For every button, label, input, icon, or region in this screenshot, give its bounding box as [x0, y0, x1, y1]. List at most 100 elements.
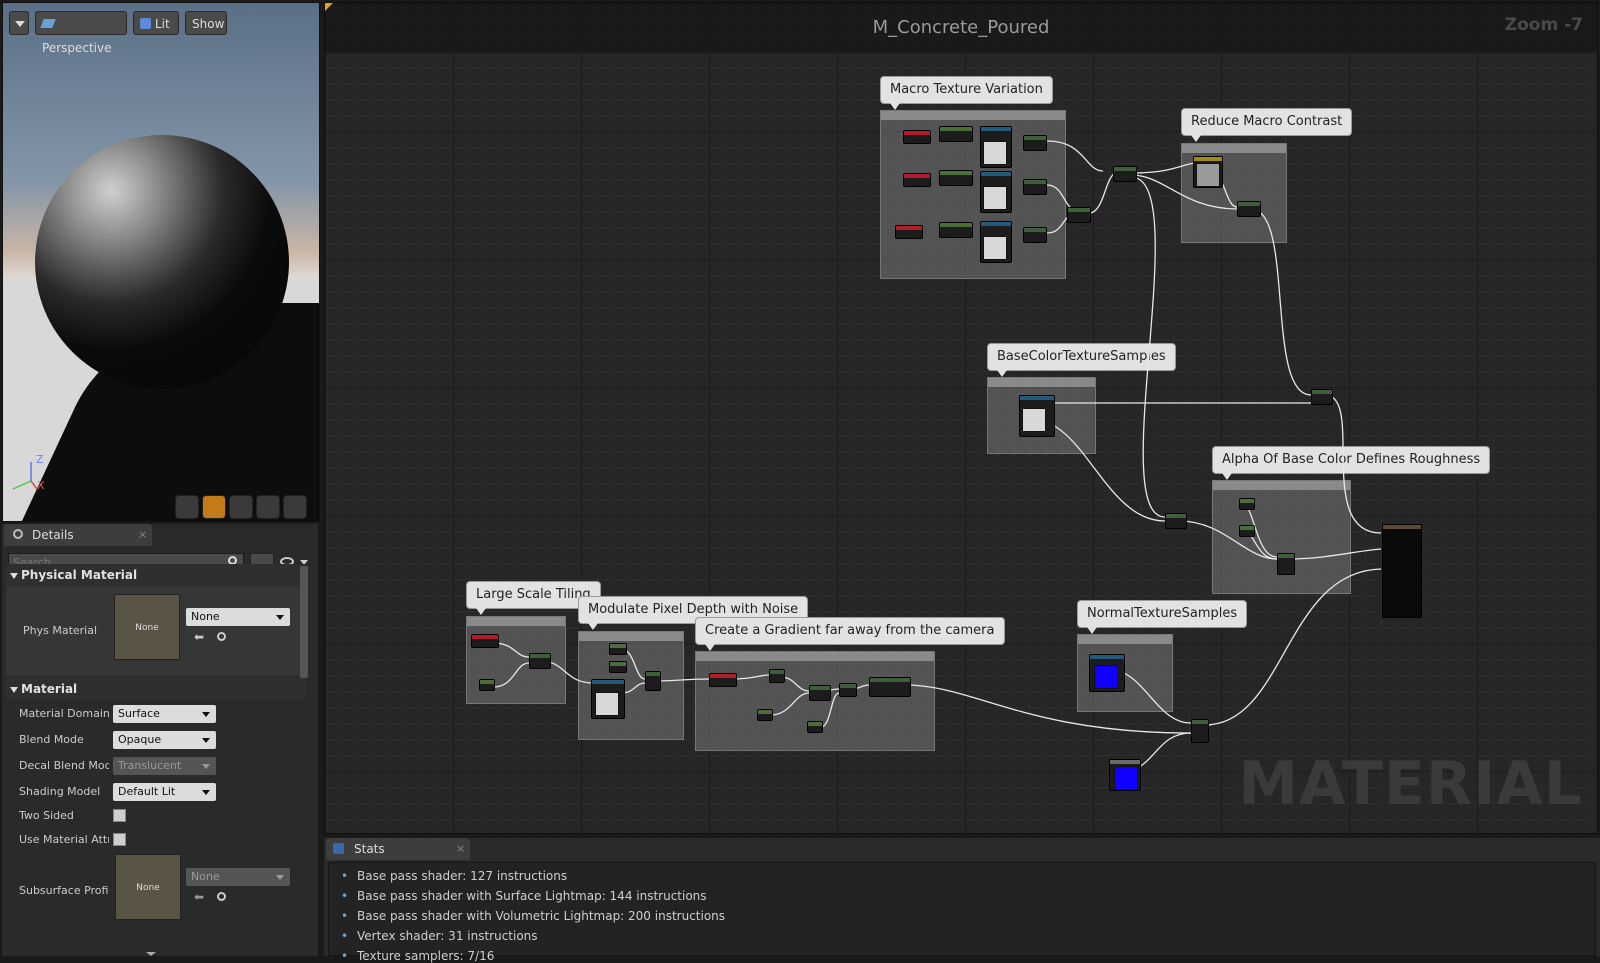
subsurface-profile-thumbnail[interactable]: None: [115, 854, 181, 920]
stats-icon: [333, 843, 344, 854]
graph-node[interactable]: [1023, 179, 1047, 195]
plane-preview-icon[interactable]: [229, 495, 253, 519]
graph-node[interactable]: [609, 661, 627, 673]
graph-node[interactable]: [1067, 207, 1091, 223]
material-domain-label: Material Domain: [19, 707, 109, 720]
graph-node[interactable]: [1023, 135, 1047, 151]
graph-node[interactable]: [1191, 719, 1209, 743]
custom-mesh-preview-icon[interactable]: [283, 495, 307, 519]
graph-node[interactable]: [939, 170, 973, 186]
two-sided-checkbox[interactable]: [113, 809, 126, 822]
show-label: Show: [192, 17, 225, 31]
close-icon[interactable]: ×: [456, 838, 465, 860]
stats-list: Base pass shader: 127 instructions Base …: [328, 862, 1596, 963]
section-heading: Material: [21, 682, 78, 696]
graph-node[interactable]: [645, 671, 661, 691]
expand-more-icon[interactable]: [146, 952, 156, 956]
graph-node[interactable]: [757, 709, 773, 721]
collapse-arrow-icon: [10, 573, 18, 579]
chevron-down-icon: [276, 615, 284, 620]
phys-material-combo[interactable]: None: [186, 608, 290, 626]
graph-node[interactable]: [709, 673, 737, 687]
chevron-down-icon: [202, 764, 210, 769]
graph-node[interactable]: [939, 126, 973, 142]
tab-stats[interactable]: Stats ×: [326, 838, 470, 860]
combo-value: Translucent: [118, 759, 182, 772]
collapse-arrow-icon: [10, 687, 18, 693]
graph-node[interactable]: [479, 679, 495, 691]
lit-label: Lit: [155, 17, 170, 31]
graph-node[interactable]: [839, 683, 857, 697]
graph-node[interactable]: [1019, 395, 1055, 437]
material-watermark: MATERIAL: [1238, 749, 1583, 819]
graph-node[interactable]: [980, 221, 1012, 263]
chevron-down-icon: [202, 738, 210, 743]
thumbnail-text: None: [135, 623, 159, 633]
material-preview-viewport[interactable]: Perspective Lit Show Z X: [2, 2, 320, 522]
graph-node[interactable]: [1023, 227, 1047, 243]
graph-node[interactable]: [895, 225, 923, 239]
perspective-icon: [40, 19, 56, 28]
graph-node[interactable]: [1237, 201, 1261, 217]
graph-node[interactable]: [609, 643, 627, 655]
stat-line: Base pass shader: 127 instructions: [341, 869, 567, 883]
graph-node[interactable]: [1109, 759, 1141, 791]
details-tab-label: Details: [32, 528, 74, 542]
section-physical-material[interactable]: Physical Material: [6, 564, 306, 586]
graph-node[interactable]: [1089, 654, 1125, 692]
details-scrollbar[interactable]: [300, 566, 308, 678]
graph-node[interactable]: [939, 222, 973, 238]
viewport-options-button[interactable]: [9, 11, 29, 35]
material-domain-combo[interactable]: Surface: [113, 705, 216, 723]
subsurface-profile-combo[interactable]: None: [186, 868, 290, 886]
lit-button[interactable]: Lit: [133, 11, 179, 35]
cube-preview-icon[interactable]: [256, 495, 280, 519]
graph-node[interactable]: [471, 634, 499, 648]
graph-node[interactable]: [1239, 498, 1255, 510]
sphere-preview-icon[interactable]: [202, 495, 226, 519]
blend-mode-combo[interactable]: Opaque: [113, 731, 216, 749]
phys-material-thumbnail[interactable]: None: [114, 594, 180, 660]
shading-model-combo[interactable]: Default Lit: [113, 783, 216, 801]
graph-node[interactable]: [1165, 513, 1187, 529]
graph-node[interactable]: [980, 171, 1012, 213]
graph-node[interactable]: [1277, 553, 1295, 575]
thumbnail-text: None: [136, 883, 160, 893]
browse-search-icon[interactable]: [217, 892, 226, 901]
graph-node[interactable]: [809, 685, 831, 701]
combo-value: Surface: [118, 707, 160, 720]
chevron-down-icon: [202, 712, 210, 717]
stat-line: Base pass shader with Volumetric Lightma…: [341, 909, 725, 923]
use-selected-arrow-icon[interactable]: ⬅: [194, 890, 204, 904]
tab-details[interactable]: Details ×: [4, 524, 152, 546]
graph-node[interactable]: [903, 130, 931, 144]
lit-icon: [140, 18, 151, 29]
graph-node[interactable]: [807, 721, 823, 733]
combo-value: None: [191, 870, 220, 883]
graph-node[interactable]: [591, 679, 625, 719]
combo-value: None: [191, 610, 220, 623]
graph-node[interactable]: [903, 173, 931, 187]
blend-mode-label: Blend Mode: [19, 733, 84, 746]
use-selected-arrow-icon[interactable]: ⬅: [194, 630, 204, 644]
perspective-button[interactable]: Perspective: [35, 11, 127, 55]
close-icon[interactable]: ×: [138, 524, 147, 546]
show-button[interactable]: Show: [185, 11, 227, 35]
graph-node[interactable]: [1239, 525, 1255, 537]
section-material[interactable]: Material: [6, 678, 306, 700]
graph-node[interactable]: [869, 677, 911, 697]
graph-node[interactable]: [980, 126, 1012, 168]
combo-value: Opaque: [118, 733, 162, 746]
material-output-node[interactable]: [1382, 524, 1422, 618]
browse-search-icon[interactable]: [217, 632, 226, 641]
preview-sphere: [35, 135, 289, 389]
graph-node[interactable]: [529, 653, 551, 669]
graph-node[interactable]: [1193, 156, 1223, 188]
cylinder-preview-icon[interactable]: [175, 495, 199, 519]
graph-node[interactable]: [1311, 389, 1333, 405]
graph-node[interactable]: [1113, 166, 1137, 182]
decal-blend-mode-combo[interactable]: Translucent: [113, 757, 216, 775]
material-graph-editor[interactable]: M_Concrete_Poured Zoom -7 Macro Texture …: [324, 2, 1598, 834]
graph-node[interactable]: [769, 669, 785, 683]
use-material-attributes-checkbox[interactable]: [113, 833, 126, 846]
